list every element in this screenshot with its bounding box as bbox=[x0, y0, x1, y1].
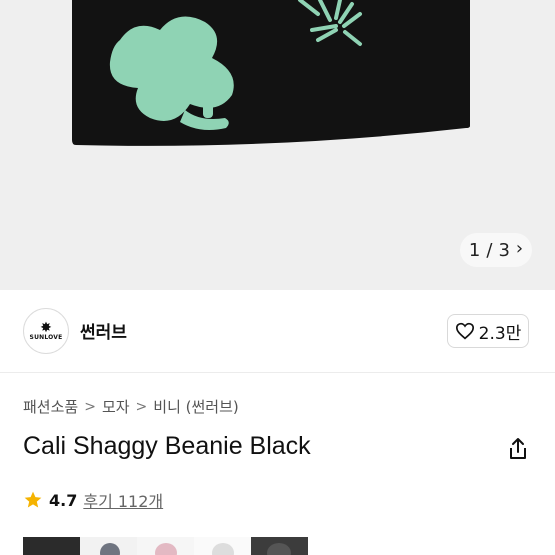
color-thumbnails bbox=[23, 537, 365, 555]
heart-icon bbox=[455, 322, 474, 340]
breadcrumb-separator: > bbox=[135, 398, 148, 415]
brand-row: ✸ SUNLOVE 썬러브 2.3만 bbox=[0, 300, 555, 362]
rating-row: 4.7 후기 112개 bbox=[23, 488, 163, 512]
pager-current: 1 bbox=[468, 239, 481, 261]
like-count: 2.3만 bbox=[478, 323, 522, 344]
product-title: Cali Shaggy Beanie Black bbox=[23, 432, 311, 460]
product-image-gallery[interactable]: 1 / 3 › bbox=[0, 0, 555, 290]
brand-logo[interactable]: ✸ SUNLOVE bbox=[23, 308, 69, 354]
breadcrumb: 패션소품 > 모자 > 비니 (썬러브) bbox=[23, 396, 239, 417]
share-button[interactable] bbox=[505, 436, 531, 462]
breadcrumb-item-hat[interactable]: 모자 bbox=[102, 396, 130, 417]
sunburst-icon: ✸ bbox=[40, 319, 52, 336]
pager-separator: / bbox=[486, 239, 493, 261]
share-icon bbox=[510, 438, 526, 459]
gallery-pager[interactable]: 1 / 3 › bbox=[460, 233, 532, 267]
thumbnail-pink[interactable] bbox=[137, 537, 194, 555]
breadcrumb-item-fashion[interactable]: 패션소품 bbox=[23, 396, 78, 417]
star-icon bbox=[24, 491, 42, 508]
thumbnail-dark[interactable] bbox=[251, 537, 308, 555]
pager-total: 3 bbox=[498, 239, 510, 261]
breadcrumb-item-beanie[interactable]: 비니 (썬러브) bbox=[153, 396, 238, 417]
thumbnail-light[interactable] bbox=[194, 537, 251, 555]
thumbnail-empty bbox=[308, 537, 365, 555]
thumbnail-gray[interactable] bbox=[80, 537, 137, 555]
brand-logo-text: SUNLOVE bbox=[29, 333, 63, 341]
thumbnail-black[interactable] bbox=[23, 537, 80, 555]
review-count-link[interactable]: 후기 112개 bbox=[83, 488, 163, 512]
brand-name[interactable]: 썬러브 bbox=[80, 318, 127, 343]
rating-score: 4.7 bbox=[49, 490, 78, 510]
section-divider bbox=[0, 372, 555, 373]
chevron-right-icon[interactable]: › bbox=[516, 240, 523, 258]
breadcrumb-separator: > bbox=[84, 398, 96, 415]
like-button[interactable]: 2.3만 bbox=[447, 314, 529, 348]
